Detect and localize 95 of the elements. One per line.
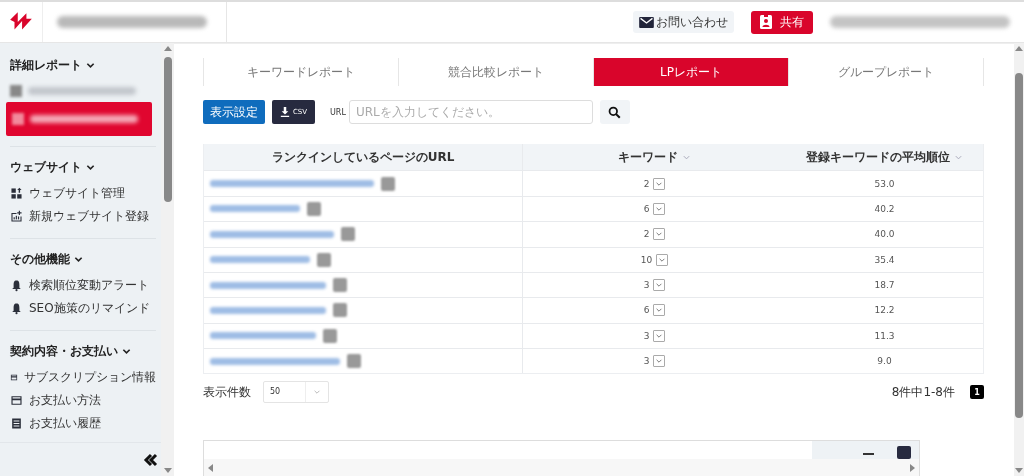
section-title: 契約内容・お支払い <box>10 343 118 360</box>
keyword-count: 6 <box>643 203 650 214</box>
expand-toggle[interactable] <box>653 355 666 368</box>
redacted-edit-icon[interactable] <box>341 227 355 242</box>
caret-icon <box>655 281 664 290</box>
redacted-edit-icon[interactable] <box>381 176 395 191</box>
sidebar-item[interactable]: SEO施策のリマインド <box>29 300 150 317</box>
sidebar-item[interactable]: お支払い方法 <box>29 392 101 409</box>
expand-toggle[interactable] <box>653 202 666 215</box>
chart-add-icon <box>10 210 23 223</box>
section-title: 詳細レポート <box>10 57 82 74</box>
expand-toggle[interactable] <box>653 228 666 241</box>
bell-icon <box>10 302 23 315</box>
caret-icon <box>655 230 664 239</box>
redacted-url-link[interactable] <box>210 230 334 238</box>
redacted-edit-icon[interactable] <box>333 303 347 318</box>
keyword-count: 3 <box>643 330 650 341</box>
grid-icon <box>10 187 23 200</box>
download-icon <box>279 107 290 118</box>
redacted-site-item[interactable] <box>6 102 152 136</box>
search-button[interactable] <box>599 100 630 125</box>
list-icon <box>10 417 23 430</box>
average-rank: 18.7 <box>874 280 895 291</box>
sidebar-item[interactable]: お支払い履歴 <box>29 415 101 432</box>
chevron-icon[interactable] <box>86 163 95 172</box>
field-label: URL <box>330 107 346 117</box>
caret-icon <box>313 388 321 397</box>
share-button[interactable]: 共有 <box>751 10 813 34</box>
sidebar-item[interactable]: 検索順位変動アラート <box>29 277 149 294</box>
search-icon <box>608 105 622 119</box>
expand-toggle[interactable] <box>656 253 669 266</box>
redacted-edit-icon[interactable] <box>317 252 331 267</box>
average-rank: 40.0 <box>874 229 895 240</box>
redacted-edit-icon[interactable] <box>333 278 347 293</box>
bell-icon <box>10 279 23 292</box>
keyword-count: 2 <box>643 229 650 240</box>
page-size-select[interactable]: 50 <box>263 381 329 404</box>
keyword-count: 3 <box>643 356 650 367</box>
column-header: ランクインしているページのURL <box>271 148 455 166</box>
expand-toggle[interactable] <box>653 304 666 317</box>
report-tab[interactable]: LPレポート <box>594 58 789 87</box>
expand-toggle[interactable] <box>653 177 666 190</box>
keyword-count: 2 <box>643 178 650 189</box>
expand-toggle[interactable] <box>653 279 666 292</box>
chevron-icon[interactable] <box>86 61 95 70</box>
collapse-icon[interactable] <box>143 451 159 468</box>
redacted-edit-icon[interactable] <box>323 328 337 343</box>
contact-button[interactable]: お問い合わせ <box>633 11 734 33</box>
sidebar-item[interactable]: サブスクリプション情報 <box>24 369 156 386</box>
report-tab[interactable]: キーワードレポート <box>204 58 399 87</box>
section-title: その他機能 <box>10 251 70 268</box>
redacted-user-menu[interactable] <box>830 16 1010 28</box>
average-rank: 53.0 <box>874 178 895 189</box>
report-tab[interactable]: グループレポート <box>789 58 984 87</box>
redacted-url-link[interactable] <box>210 307 326 314</box>
redacted-url-link[interactable] <box>210 256 310 264</box>
redacted-edit-icon[interactable] <box>347 354 361 369</box>
redacted-edit-icon[interactable] <box>307 201 321 216</box>
keyword-count: 6 <box>643 305 650 316</box>
section-title: ウェブサイト <box>10 159 82 176</box>
caret-icon <box>655 306 664 315</box>
expand-toggle[interactable] <box>653 329 666 342</box>
display-settings-button[interactable]: 表示設定 <box>203 100 265 125</box>
average-rank: 12.2 <box>874 305 895 316</box>
column-header[interactable]: 登録キーワードの平均順位 <box>806 148 950 166</box>
keyword-count: 3 <box>643 280 650 291</box>
id-badge-icon <box>760 15 772 29</box>
sidebar-item[interactable]: 新規ウェブサイト登録 <box>29 208 149 225</box>
average-rank: 9.0 <box>877 356 892 367</box>
average-rank: 40.2 <box>874 203 895 214</box>
scrollbar[interactable] <box>161 43 174 476</box>
average-rank: 11.3 <box>874 330 895 341</box>
mail-icon <box>639 16 654 28</box>
redacted-url-link[interactable] <box>210 332 316 340</box>
chevron-icon[interactable] <box>122 347 131 356</box>
keyword-count: 10 <box>640 254 653 265</box>
redacted-url-link[interactable] <box>210 205 300 213</box>
square-icon[interactable] <box>897 445 911 459</box>
horizontal-scrollbar[interactable] <box>204 459 919 476</box>
column-header[interactable]: キーワード <box>618 148 678 166</box>
chevron-icon[interactable] <box>74 255 83 264</box>
redacted-url-link[interactable] <box>210 357 340 365</box>
average-rank: 35.4 <box>874 254 895 265</box>
page-button[interactable]: 1 <box>970 385 984 400</box>
caret-icon <box>655 357 664 366</box>
scrollbar[interactable] <box>1014 43 1024 476</box>
redacted-url-link[interactable] <box>210 180 374 188</box>
credit-card-icon <box>10 394 23 407</box>
url-input-field[interactable]: URLを入力してください。 <box>348 100 593 125</box>
minimize-icon[interactable] <box>863 453 874 456</box>
sidebar-item[interactable]: ウェブサイト管理 <box>29 185 125 202</box>
redacted-site-selector[interactable] <box>57 16 207 28</box>
redacted-url-link[interactable] <box>210 281 326 289</box>
page-size-label: 表示件数 <box>203 383 251 401</box>
result-count: 8件中1-8件 <box>891 383 955 401</box>
